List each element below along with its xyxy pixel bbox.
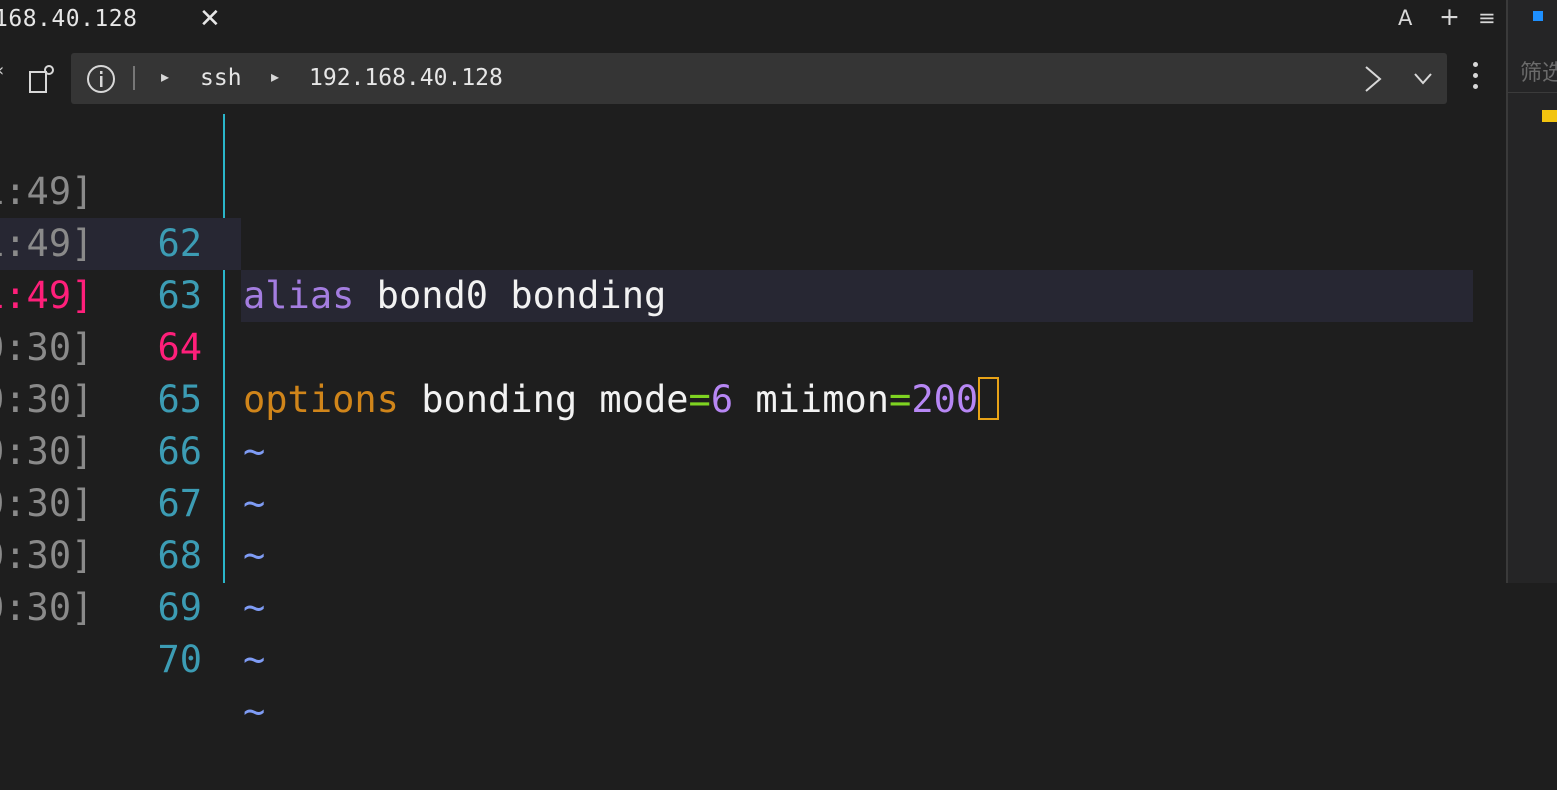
timestamp: 0:30]: [0, 586, 94, 629]
line-number: 69: [157, 586, 202, 629]
separator: [133, 66, 135, 90]
menu-icon[interactable]: ≡: [1478, 6, 1496, 30]
breadcrumb-host[interactable]: 192.168.40.128: [309, 65, 503, 91]
editor-line: 0:30] 66 ~: [0, 322, 1507, 525]
filter-placeholder: 筛选: [1520, 61, 1557, 86]
tab-title[interactable]: 168.40.128: [0, 6, 137, 32]
crumb-arrow-icon: ▸: [161, 67, 170, 86]
more-options-icon[interactable]: [1465, 62, 1485, 96]
editor-line: 0:30] 67 ~: [0, 374, 1507, 577]
address-row: ‹ ▸ ssh ▸ 192.168.40.128: [0, 42, 1507, 114]
editor-line: 1:49] 62 alias bond0 bonding: [0, 114, 1507, 317]
info-icon[interactable]: [85, 63, 117, 95]
collapse-icon[interactable]: ‹: [0, 60, 4, 81]
editor-line: 0:30] 68 ~: [0, 426, 1507, 629]
line-number: 70: [157, 638, 202, 681]
editor-line: 1:49] 63: [0, 166, 1507, 317]
chevron-down-icon[interactable]: [1413, 71, 1433, 87]
address-bar[interactable]: ▸ ssh ▸ 192.168.40.128: [71, 53, 1447, 104]
empty-line-tilde: ~: [243, 586, 266, 629]
panel-tab-indicator[interactable]: [1533, 11, 1543, 21]
tab-close-icon[interactable]: ✕: [199, 4, 221, 34]
top-bar: 168.40.128 ✕ A + ≡: [0, 0, 1507, 42]
chevron-right-icon[interactable]: [1362, 65, 1384, 93]
editor-line-current: 1:49] 64 options bonding mode=6 miimon=2…: [0, 218, 1507, 421]
new-tab-button[interactable]: +: [1439, 2, 1460, 31]
crumb-arrow-icon: ▸: [271, 67, 280, 86]
session-color-marker[interactable]: [1542, 110, 1557, 122]
empty-line-tilde: ~: [243, 638, 266, 681]
terminal-editor[interactable]: 1:49] 62 alias bond0 bonding 1:49] 63 1:…: [0, 114, 1507, 733]
editor-line: 0:30] 65 ~: [0, 270, 1507, 473]
breadcrumb-ssh[interactable]: ssh: [200, 65, 242, 91]
empty-line-tilde: ~: [243, 690, 266, 733]
filter-input[interactable]: 筛选: [1508, 48, 1557, 93]
font-size-button[interactable]: A: [1398, 6, 1412, 30]
new-window-icon[interactable]: [28, 64, 54, 94]
editor-line: 0:30] 70 ~: [0, 530, 1507, 733]
editor-line: 0:30] 69 ~: [0, 478, 1507, 681]
right-panel: 筛选: [1508, 0, 1557, 583]
